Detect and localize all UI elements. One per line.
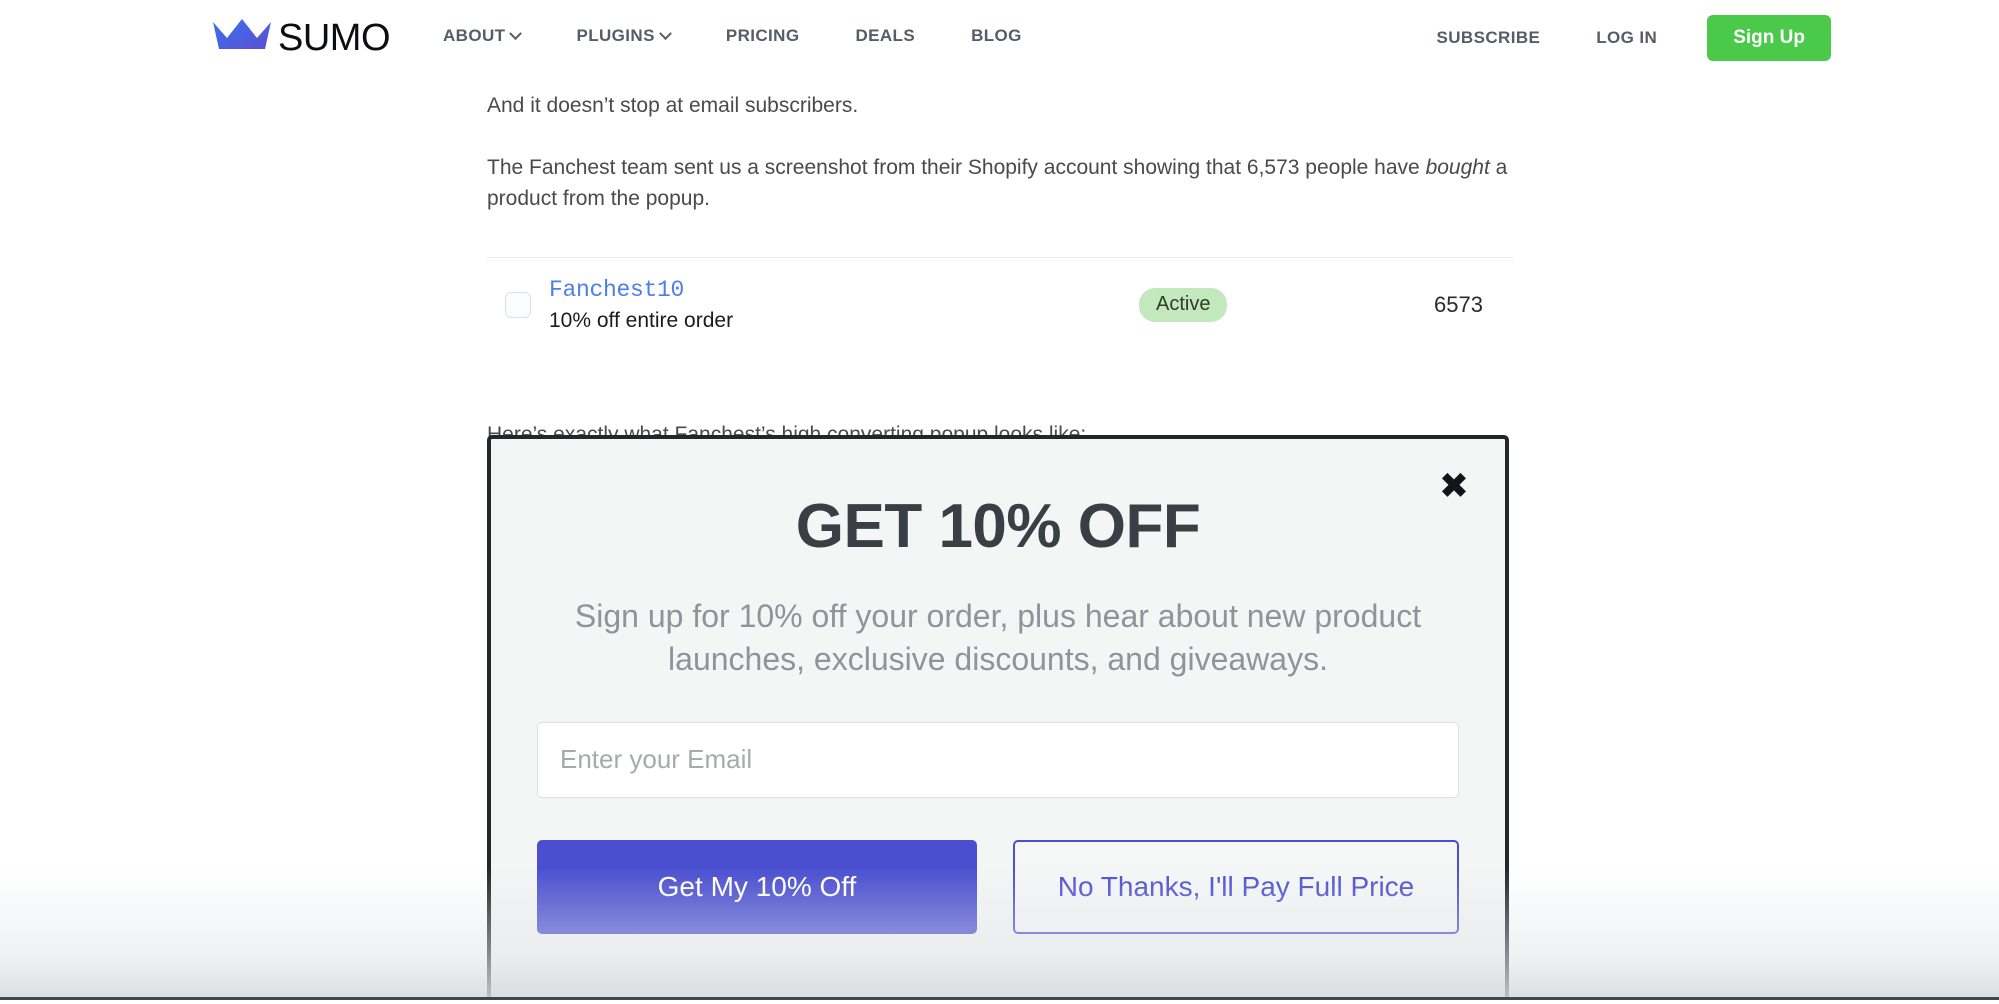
decline-button[interactable]: No Thanks, I'll Pay Full Price bbox=[1013, 839, 1459, 934]
coupon-table: Fanchest10 10% off entire order Active 6… bbox=[487, 256, 1513, 357]
page-root: SUMO ABOUT PLUGINS PRICING DEALS BLOG SU… bbox=[0, 0, 1999, 1004]
popup-headline: GET 10% OFF bbox=[795, 492, 1201, 561]
table-row: Fanchest10 10% off entire order Active 6… bbox=[487, 258, 1513, 357]
get-discount-button[interactable]: Get My 10% Off bbox=[537, 839, 977, 934]
nav-item-plugins[interactable]: PLUGINS bbox=[548, 26, 697, 46]
nav-label-pricing: PRICING bbox=[725, 26, 800, 45]
login-link[interactable]: LOG IN bbox=[1568, 14, 1685, 62]
row-checkbox[interactable] bbox=[505, 292, 531, 319]
popup-button-row: Get My 10% Off No Thanks, I'll Pay Full … bbox=[537, 839, 1459, 934]
signup-button[interactable]: Sign Up bbox=[1707, 15, 1831, 61]
coupon-code-link[interactable]: Fanchest10 bbox=[549, 276, 1139, 305]
row-checkbox-cell bbox=[487, 292, 549, 319]
coupon-description: 10% off entire order bbox=[549, 309, 734, 333]
usage-count: 6573 bbox=[1434, 292, 1483, 318]
popup-modal: ✖ GET 10% OFF Sign up for 10% off your o… bbox=[487, 435, 1509, 1004]
main-nav: ABOUT PLUGINS PRICING DEALS BLOG bbox=[415, 26, 1050, 46]
subscribe-link[interactable]: SUBSCRIBE bbox=[1409, 14, 1569, 62]
paragraph-2-emphasis: bought bbox=[1425, 155, 1490, 179]
header-actions: SUBSCRIBE LOG IN Sign Up bbox=[1409, 14, 1831, 62]
crown-icon bbox=[212, 18, 272, 57]
bottom-edge-bar bbox=[0, 997, 1999, 1004]
nav-label-deals: DEALS bbox=[855, 26, 916, 45]
nav-item-pricing[interactable]: PRICING bbox=[698, 26, 828, 46]
nav-item-blog[interactable]: BLOG bbox=[943, 26, 1050, 46]
status-badge: Active bbox=[1139, 288, 1228, 323]
close-icon[interactable]: ✖ bbox=[1439, 469, 1469, 505]
chevron-down-icon bbox=[509, 26, 523, 40]
nav-label-about: ABOUT bbox=[443, 26, 506, 45]
nav-item-deals[interactable]: DEALS bbox=[827, 26, 943, 46]
chevron-down-icon bbox=[658, 26, 672, 40]
paragraph-1: And it doesn’t stop at email subscribers… bbox=[487, 94, 859, 117]
nav-label-plugins: PLUGINS bbox=[576, 26, 655, 45]
paragraph-2-before: The Fanchest team sent us a screenshot f… bbox=[487, 155, 1426, 179]
nav-label-blog: BLOG bbox=[971, 26, 1022, 45]
logo-text: SUMO bbox=[278, 16, 391, 59]
paragraph-2: The Fanchest team sent us a screenshot f… bbox=[487, 152, 1513, 215]
popup-subheadline: Sign up for 10% off your order, plus hea… bbox=[574, 598, 1422, 678]
status-cell: Active bbox=[1139, 288, 1399, 323]
article-body: And it doesn’t stop at email subscribers… bbox=[487, 82, 1513, 450]
site-header: SUMO ABOUT PLUGINS PRICING DEALS BLOG SU… bbox=[0, 0, 1999, 82]
email-input[interactable] bbox=[537, 721, 1459, 798]
sumo-logo[interactable]: SUMO bbox=[212, 16, 391, 59]
nav-item-about[interactable]: ABOUT bbox=[415, 26, 548, 46]
coupon-info-cell: Fanchest10 10% off entire order bbox=[549, 276, 1139, 335]
popup-preview-wrapper: ✖ GET 10% OFF Sign up for 10% off your o… bbox=[487, 435, 1509, 1004]
